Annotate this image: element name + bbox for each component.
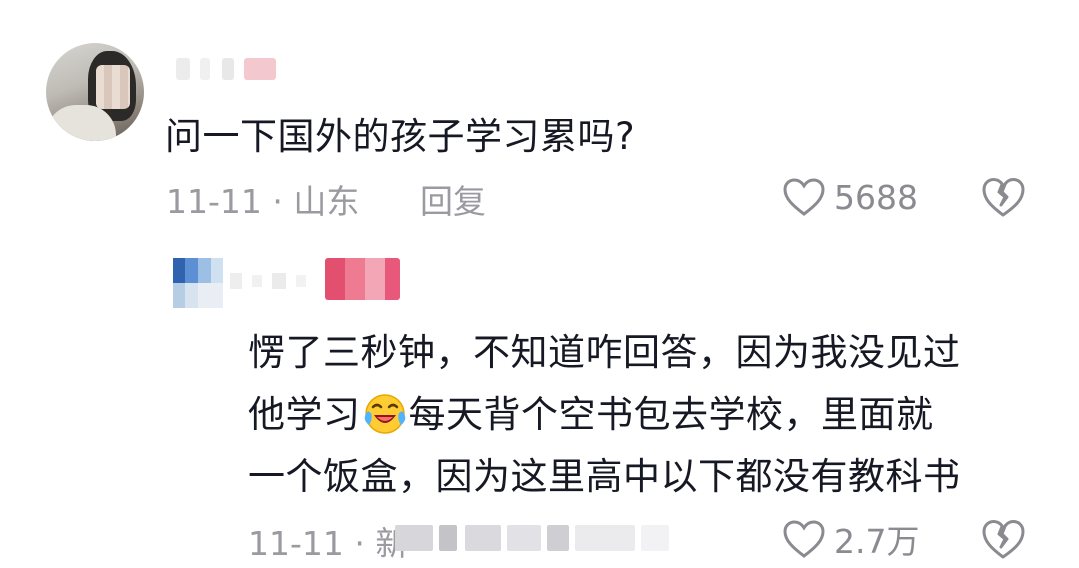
comment-dislike-button[interactable] bbox=[980, 175, 1026, 223]
comment-like-count: 5688 bbox=[834, 177, 918, 217]
replier-name-blurred[interactable] bbox=[230, 268, 310, 292]
replier-avatar[interactable] bbox=[173, 258, 223, 308]
broken-heart-icon bbox=[982, 178, 1025, 217]
broken-heart-icon bbox=[982, 520, 1025, 559]
reply-like-button[interactable]: 2.7万 bbox=[782, 517, 919, 561]
reply-like-count: 2.7万 bbox=[834, 522, 920, 561]
commenter-avatar[interactable] bbox=[46, 43, 144, 141]
avatar-face-blurred bbox=[96, 65, 130, 109]
reply-button[interactable]: 回复 bbox=[420, 175, 486, 223]
avatar-lower-blur bbox=[173, 283, 223, 308]
reply-time: 11-11 · 新 bbox=[248, 524, 409, 563]
reply-text: 愣了三秒钟，不知道咋回答，因为我没见过 他学习 每天背个空书包去学校，里面就 一… bbox=[248, 322, 1048, 508]
reply-location-blurred bbox=[395, 522, 675, 554]
comment-like-button[interactable]: 5688 bbox=[782, 175, 918, 219]
comment-text: 问一下国外的孩子学习累吗? bbox=[165, 115, 636, 158]
heart-outline-icon bbox=[783, 520, 825, 558]
commenter-name-blurred[interactable] bbox=[176, 54, 286, 84]
comment-time-location: 11-11 · 山东 bbox=[166, 182, 360, 221]
replier-badge-blurred bbox=[325, 258, 400, 300]
laughing-crying-emoji bbox=[364, 394, 405, 434]
reply-line-3: 一个饭盒，因为这里高中以下都没有教科书 bbox=[248, 455, 961, 498]
reply-line-2: 他学习 每天背个空书包去学校，里面就 bbox=[248, 384, 1048, 446]
reply-line-1: 愣了三秒钟，不知道咋回答，因为我没见过 bbox=[248, 331, 961, 374]
reply-line-2a: 他学习 bbox=[248, 393, 361, 436]
reply-dislike-button[interactable] bbox=[980, 517, 1026, 565]
reply-line-2b: 每天背个空书包去学校，里面就 bbox=[408, 393, 934, 436]
heart-outline-icon bbox=[783, 178, 825, 216]
